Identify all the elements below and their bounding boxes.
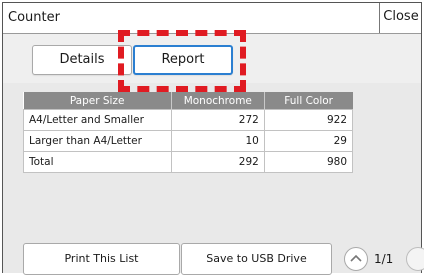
cell-monochrome: 10 — [170, 130, 265, 152]
cell-paper-size: A4/Letter and Smaller — [23, 109, 172, 131]
header-monochrome: Monochrome — [170, 92, 265, 110]
page-up-button[interactable] — [344, 247, 368, 271]
counter-table: Paper Size Monochrome Full Color A4/Lett… — [23, 92, 354, 173]
page-indicator: 1/1 — [374, 252, 394, 266]
cell-full-color: 980 — [263, 151, 354, 173]
cell-monochrome: 292 — [170, 151, 265, 173]
table-row-total: Total 292 980 — [23, 151, 354, 173]
cell-paper-size: Larger than A4/Letter — [23, 130, 172, 152]
print-list-button[interactable]: Print This List — [23, 243, 180, 275]
table-row: A4/Letter and Smaller 272 922 — [23, 109, 354, 131]
cell-paper-size: Total — [23, 151, 172, 173]
header-full-color: Full Color — [263, 92, 353, 110]
cell-monochrome: 272 — [170, 109, 265, 131]
page-down-button[interactable] — [406, 247, 424, 271]
table-row: Larger than A4/Letter 10 29 — [23, 130, 354, 152]
close-button[interactable]: Close — [379, 3, 421, 33]
cell-full-color: 922 — [263, 109, 354, 131]
table-header-row: Paper Size Monochrome Full Color — [23, 92, 353, 110]
chevron-up-icon — [350, 254, 362, 262]
highlight-frame — [118, 30, 246, 92]
save-usb-button[interactable]: Save to USB Drive — [181, 243, 332, 275]
dialog-title: Counter — [8, 10, 60, 25]
header-paper-size: Paper Size — [23, 92, 172, 110]
cell-full-color: 29 — [263, 130, 354, 152]
tab-details[interactable]: Details — [32, 45, 132, 75]
